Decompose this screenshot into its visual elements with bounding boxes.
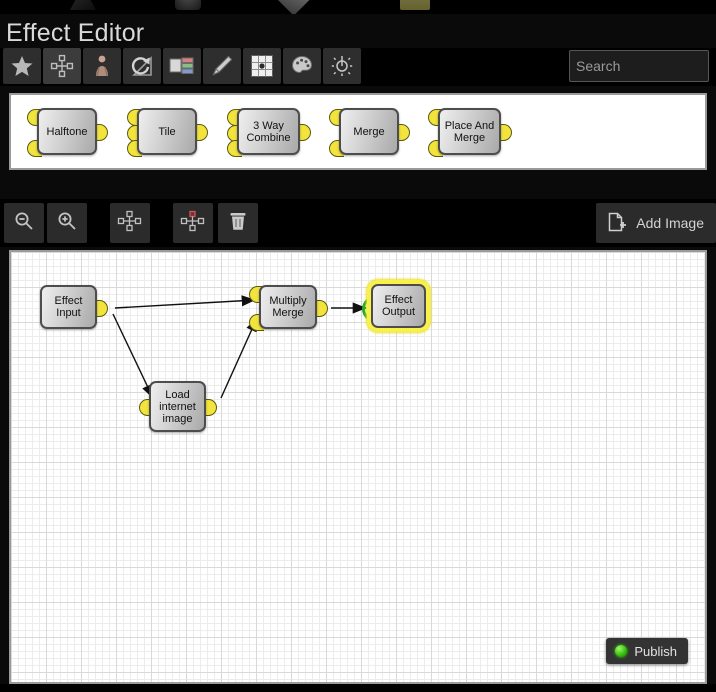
star-icon: [10, 54, 34, 78]
node-graph-icon: [50, 54, 74, 78]
group-nodes-icon: [117, 210, 143, 237]
tab-pattern[interactable]: [243, 48, 281, 84]
connection-wires: [112, 295, 367, 399]
header-toolbar: [0, 48, 716, 86]
publish-status-led: [615, 645, 628, 657]
tab-favorites[interactable]: [3, 48, 41, 84]
zoom-in-icon: [56, 210, 78, 237]
partial-icon-2: [175, 0, 201, 10]
node-place-and-merge[interactable]: Place And Merge: [438, 108, 501, 155]
node-label: Tile: [158, 125, 176, 138]
layers-icon: [169, 55, 195, 77]
zoom-out-button[interactable]: [4, 203, 44, 243]
node-halftone[interactable]: Halftone: [37, 108, 97, 155]
node-tile[interactable]: Tile: [137, 108, 197, 155]
tab-color[interactable]: [283, 48, 321, 84]
tab-transform[interactable]: [123, 48, 161, 84]
tab-layers[interactable]: [163, 48, 201, 84]
publish-button[interactable]: Publish: [606, 638, 688, 664]
node-load-image[interactable]: Load internet image: [149, 381, 206, 432]
node-label: Place And Merge: [444, 119, 495, 144]
search-input[interactable]: [574, 57, 716, 75]
node-label: Merge: [353, 125, 385, 138]
node-palette-panel[interactable]: Halftone Tile 3 Way Combine Merge Place And Me…: [9, 93, 707, 170]
node-3-way-combine[interactable]: 3 Way Combine: [237, 108, 300, 155]
partial-icon-1: [70, 0, 96, 10]
zoom-in-button[interactable]: [47, 203, 87, 243]
publish-label: Publish: [634, 643, 677, 659]
wire-effect-input-to-multiply-merge: [114, 295, 256, 309]
tab-nodes[interactable]: [43, 48, 81, 84]
node-label: Halftone: [46, 125, 88, 138]
node-label: Effect Input: [54, 295, 83, 319]
palette-icon: [290, 54, 314, 78]
node-multiply-merge[interactable]: Multiply Merge: [259, 285, 317, 329]
node-label: Multiply Merge: [269, 295, 307, 319]
top-icon-strip: [0, 0, 716, 14]
partial-icon-3: [275, 0, 311, 14]
grid-icon: [250, 54, 274, 78]
tab-brightness[interactable]: [323, 48, 361, 84]
delete-node-button[interactable]: [173, 203, 213, 243]
add-image-button[interactable]: Add Image: [596, 203, 716, 243]
trash-button[interactable]: [218, 203, 258, 243]
add-image-label: Add Image: [636, 215, 704, 231]
node-effect-output[interactable]: Effect Output: [371, 284, 426, 328]
graph-toolbar: Add Image: [0, 199, 716, 247]
node-label: 3 Way Combine: [246, 119, 291, 144]
node-effect-input[interactable]: Effect Input: [40, 285, 97, 329]
group-nodes-button[interactable]: [110, 203, 150, 243]
search-box[interactable]: [569, 50, 716, 82]
remove-node-icon: [180, 210, 206, 237]
tab-distort[interactable]: [83, 48, 121, 84]
brightness-icon: [330, 54, 354, 78]
node-merge[interactable]: Merge: [339, 108, 399, 155]
add-image-icon: [606, 211, 628, 236]
tab-draw[interactable]: [203, 48, 241, 84]
pencil-icon: [210, 54, 234, 78]
graph-canvas[interactable]: Publish Effect Input Load internet image Mult…: [9, 250, 707, 684]
figure-icon: [90, 54, 114, 78]
wire-effect-input-to-load-image: [112, 313, 154, 399]
bottom-bar: [0, 684, 716, 692]
rotate-arrow-icon: [130, 54, 154, 78]
zoom-out-icon: [13, 210, 35, 237]
node-label: Load internet image: [159, 388, 196, 425]
wire-load-image-to-multiply-merge: [220, 317, 258, 399]
page-title: Effect Editor: [6, 19, 145, 47]
trash-icon: [227, 210, 249, 237]
node-label: Effect Output: [381, 294, 416, 318]
partial-icon-4: [400, 0, 430, 10]
